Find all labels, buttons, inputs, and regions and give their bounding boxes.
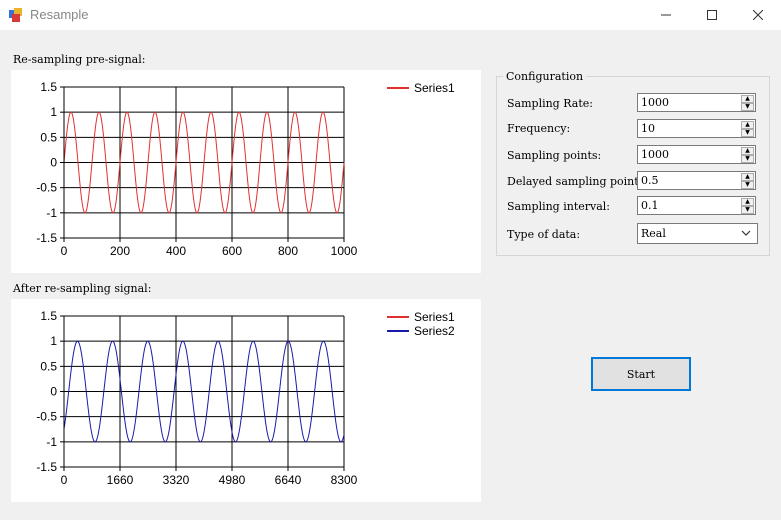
- legend-label: Series1: [414, 81, 455, 95]
- frequency-value: 10: [641, 122, 655, 135]
- pre-signal-label: Re-sampling pre-signal:: [13, 53, 146, 66]
- type-of-data-value: Real: [641, 227, 666, 240]
- minimize-button[interactable]: [643, 0, 689, 30]
- x-tick-label: 1000: [331, 244, 358, 258]
- down-arrow-icon[interactable]: ▼: [741, 103, 754, 111]
- post-signal-chart: 0 1660 3320 4980 6640 8300 1.5 1 0.5 0 -0.5 -1 -1.5 S…: [11, 299, 481, 502]
- y-tick-label: -0.5: [36, 410, 57, 424]
- window-title: Resample: [30, 7, 89, 22]
- frequency-input[interactable]: 10 ▲ ▼: [637, 119, 756, 138]
- sampling-points-value: 1000: [641, 148, 669, 161]
- app-icon: [9, 8, 22, 22]
- close-icon: [753, 10, 763, 20]
- y-tick-label: 1: [50, 105, 57, 119]
- sampling-interval-value: 0.1: [641, 199, 659, 212]
- start-button[interactable]: Start: [591, 357, 691, 391]
- x-tick-label: 400: [166, 244, 186, 258]
- type-of-data-select[interactable]: Real: [637, 223, 758, 244]
- maximize-button[interactable]: [689, 0, 735, 30]
- up-arrow-icon[interactable]: ▲: [741, 147, 754, 155]
- post-signal-label: After re-sampling signal:: [13, 282, 152, 295]
- x-tick-label: 200: [110, 244, 130, 258]
- title-bar: Resample: [0, 0, 781, 30]
- close-button[interactable]: [735, 0, 781, 30]
- y-tick-label: -1.5: [36, 460, 57, 474]
- y-tick-label: -0.5: [36, 181, 57, 195]
- delayed-sampling-point-label: Delayed sampling point: [507, 175, 639, 188]
- start-button-label: Start: [626, 367, 656, 381]
- sampling-points-input[interactable]: 1000 ▲ ▼: [637, 145, 756, 164]
- x-tick-label: 0: [61, 244, 68, 258]
- x-tick-label: 6640: [275, 473, 302, 487]
- x-tick-label: 3320: [163, 473, 190, 487]
- x-tick-label: 1660: [107, 473, 134, 487]
- y-tick-label: 1.5: [40, 80, 57, 94]
- down-arrow-icon[interactable]: ▼: [741, 206, 754, 214]
- sampling-rate-input[interactable]: 1000 ▲ ▼: [637, 93, 756, 112]
- pre-signal-plot: 0 200 400 600 800 1000 1.5 1 0.5 0 -0.5 -1 -1.5 Serie…: [36, 80, 455, 258]
- y-tick-label: 0.5: [40, 359, 57, 373]
- pre-series-line-1: [63, 111, 345, 214]
- y-tick-label: 0: [50, 385, 57, 399]
- sampling-rate-value: 1000: [641, 96, 669, 109]
- up-arrow-icon[interactable]: ▲: [741, 173, 754, 181]
- configuration-legend: Configuration: [503, 70, 587, 83]
- down-arrow-icon[interactable]: ▼: [741, 181, 754, 189]
- type-of-data-label: Type of data:: [507, 228, 581, 241]
- sampling-points-label: Sampling points:: [507, 149, 602, 162]
- delayed-sampling-point-input[interactable]: 0.5 ▲ ▼: [637, 171, 756, 190]
- up-arrow-icon[interactable]: ▲: [741, 198, 754, 206]
- x-tick-label: 4980: [219, 473, 246, 487]
- x-tick-label: 800: [278, 244, 298, 258]
- up-arrow-icon[interactable]: ▲: [741, 121, 754, 129]
- down-arrow-icon[interactable]: ▼: [741, 129, 754, 137]
- y-tick-label: -1: [46, 206, 57, 220]
- y-tick-label: 0: [50, 156, 57, 170]
- chevron-down-icon: [741, 230, 751, 236]
- frequency-label: Frequency:: [507, 122, 571, 135]
- delayed-sampling-point-value: 0.5: [641, 174, 659, 187]
- down-arrow-icon[interactable]: ▼: [741, 155, 754, 163]
- minimize-icon: [661, 14, 671, 16]
- sampling-rate-label: Sampling Rate:: [507, 97, 593, 110]
- post-signal-plot: 0 1660 3320 4980 6640 8300 1.5 1 0.5 0 -0.5 -1 -1.5 S…: [36, 309, 455, 487]
- y-tick-label: -1: [46, 435, 57, 449]
- y-tick-label: -1.5: [36, 231, 57, 245]
- up-arrow-icon[interactable]: ▲: [741, 95, 754, 103]
- y-tick-label: 1: [50, 334, 57, 348]
- x-tick-label: 8300: [331, 473, 358, 487]
- legend-label: Series1: [414, 310, 455, 324]
- sampling-interval-input[interactable]: 0.1 ▲ ▼: [637, 196, 756, 215]
- x-tick-label: 600: [222, 244, 242, 258]
- x-tick-label: 0: [61, 473, 68, 487]
- legend-label: Series2: [414, 324, 455, 338]
- y-tick-label: 0.5: [40, 130, 57, 144]
- maximize-icon: [707, 10, 717, 20]
- pre-signal-chart: 0 200 400 600 800 1000 1.5 1 0.5 0 -0.5 -1 -1.5 Serie…: [11, 70, 481, 273]
- y-tick-label: 1.5: [40, 309, 57, 323]
- sampling-interval-label: Sampling interval:: [507, 200, 611, 213]
